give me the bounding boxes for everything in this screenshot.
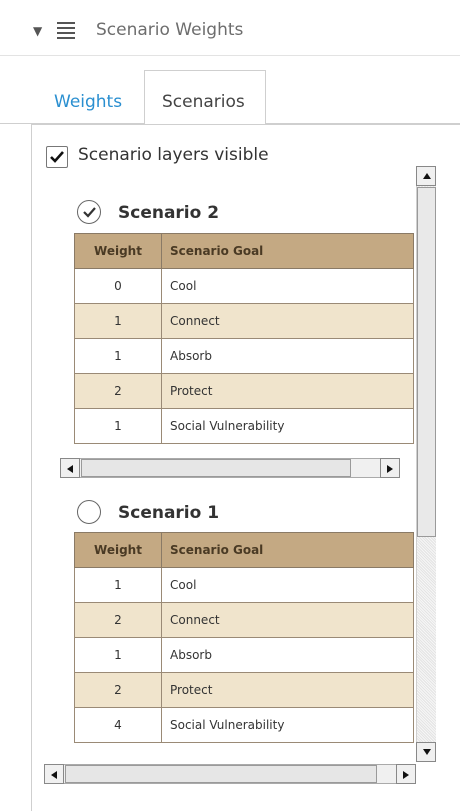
vertical-scroll-thumb[interactable]	[417, 187, 436, 537]
panel-title: Scenario Weights	[96, 20, 244, 40]
panel-horizontal-scrollbar[interactable]	[44, 764, 416, 784]
caret-down-icon[interactable]: ▼	[33, 24, 42, 38]
arrow-left-icon	[67, 465, 73, 473]
arrow-left-icon	[51, 771, 57, 779]
table-row: 2 Protect	[74, 672, 414, 708]
goal-cell: Cool	[161, 567, 414, 603]
goal-column-header: Scenario Goal	[161, 532, 414, 568]
table-row: 2 Connect	[74, 602, 414, 638]
weight-cell: 1	[74, 408, 162, 444]
horizontal-scroll-thumb[interactable]	[65, 765, 377, 783]
panel-header: ▼ Scenario Weights	[0, 0, 460, 62]
goal-cell: Social Vulnerability	[161, 408, 414, 444]
horizontal-scrollbar[interactable]	[60, 458, 400, 478]
checkmark-icon	[50, 151, 64, 163]
scroll-up-button[interactable]	[416, 166, 436, 186]
scroll-right-button[interactable]	[380, 458, 400, 478]
header-divider	[0, 55, 460, 56]
goal-cell: Connect	[161, 303, 414, 339]
horizontal-scroll-thumb[interactable]	[81, 459, 351, 477]
table-row: 4 Social Vulnerability	[74, 707, 414, 743]
arrow-right-icon	[387, 465, 393, 473]
weight-column-header: Weight	[74, 532, 162, 568]
goal-cell: Absorb	[161, 637, 414, 673]
list-icon	[57, 22, 75, 39]
scroll-down-button[interactable]	[416, 742, 436, 762]
scenario-1-title: Scenario 1	[118, 503, 220, 523]
vertical-scrollbar[interactable]	[416, 166, 436, 762]
checkmark-icon	[83, 207, 96, 218]
arrow-right-icon	[403, 771, 409, 779]
scenario-layers-label: Scenario layers visible	[78, 145, 269, 165]
weight-cell: 1	[74, 338, 162, 374]
weight-cell: 2	[74, 373, 162, 409]
scenario-layers-checkbox[interactable]	[46, 146, 68, 168]
weight-cell: 2	[74, 602, 162, 638]
goal-cell: Connect	[161, 602, 414, 638]
weight-cell: 1	[74, 303, 162, 339]
tab-weights[interactable]: Weights	[54, 92, 122, 112]
table-row: 1 Absorb	[74, 637, 414, 673]
weight-cell: 1	[74, 567, 162, 603]
goal-cell: Social Vulnerability	[161, 707, 414, 743]
goal-cell: Protect	[161, 373, 414, 409]
table-row: 1 Connect	[74, 303, 414, 339]
weight-cell: 1	[74, 637, 162, 673]
tab-scenarios[interactable]: Scenarios	[144, 70, 266, 124]
weight-cell: 2	[74, 672, 162, 708]
scenario-1-table: Weight Scenario Goal 1 Cool 2 Connect 1 …	[74, 532, 414, 743]
scroll-right-button[interactable]	[396, 764, 416, 784]
scroll-left-button[interactable]	[60, 458, 80, 478]
table-row: 2 Protect	[74, 373, 414, 409]
weight-cell: 4	[74, 707, 162, 743]
arrow-down-icon	[423, 749, 431, 755]
table-row: 0 Cool	[74, 268, 414, 304]
scenario-2-title: Scenario 2	[118, 203, 220, 223]
goal-cell: Cool	[161, 268, 414, 304]
weight-cell: 0	[74, 268, 162, 304]
table-row: 1 Cool	[74, 567, 414, 603]
arrow-up-icon	[423, 173, 431, 179]
goal-column-header: Scenario Goal	[161, 233, 414, 269]
goal-cell: Absorb	[161, 338, 414, 374]
scenario-1-radio[interactable]	[77, 500, 101, 524]
goal-cell: Protect	[161, 672, 414, 708]
scenario-2-table: Weight Scenario Goal 0 Cool 1 Connect 1 …	[74, 233, 414, 444]
tab-scenarios-label: Scenarios	[162, 92, 245, 112]
scroll-left-button[interactable]	[44, 764, 64, 784]
table-row: 1 Social Vulnerability	[74, 408, 414, 444]
table-row: 1 Absorb	[74, 338, 414, 374]
scenario-2-radio[interactable]	[77, 200, 101, 224]
weight-column-header: Weight	[74, 233, 162, 269]
